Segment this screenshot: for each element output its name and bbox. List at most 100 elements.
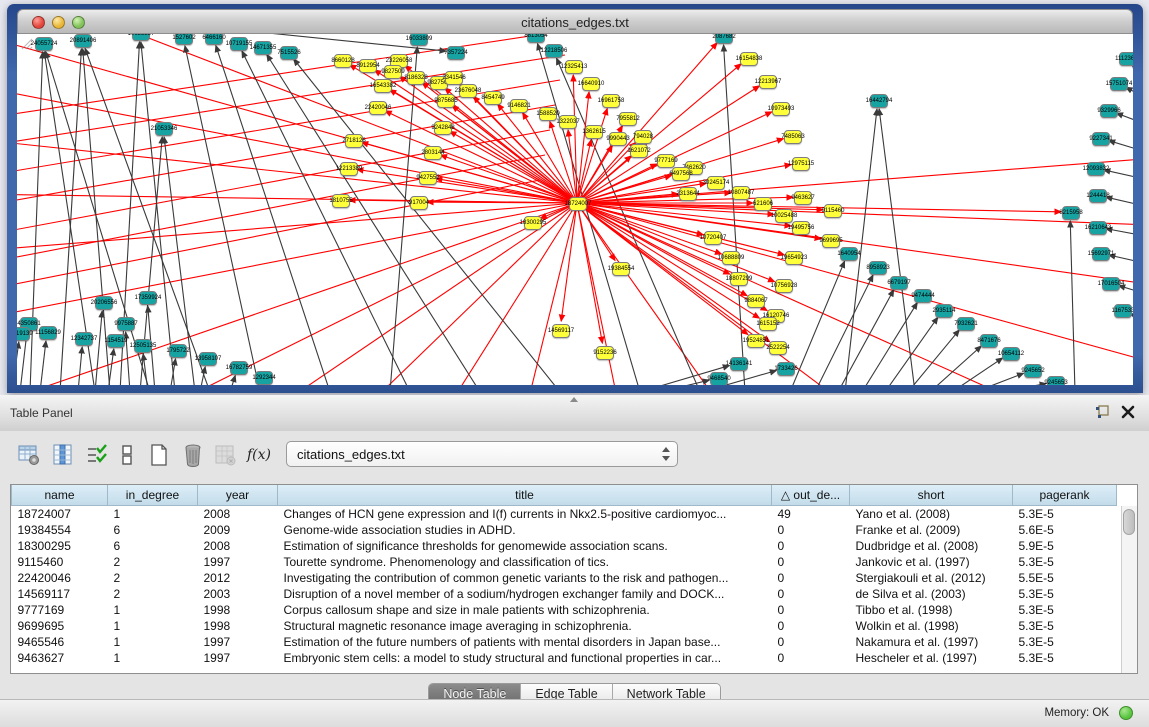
column-header[interactable]: in_degree <box>108 485 198 506</box>
graph-node[interactable]: 9146821 <box>510 99 528 113</box>
function-builder-icon[interactable]: f(x) <box>246 442 272 468</box>
graph-node[interactable]: 1615152 <box>759 317 777 331</box>
graph-node[interactable]: 9975887 <box>117 317 135 331</box>
graph-node[interactable]: 20891406 <box>74 34 92 48</box>
graph-node[interactable]: 9242848 <box>434 121 452 135</box>
graph-node[interactable]: 8471676 <box>980 334 998 348</box>
graph-node[interactable]: 10719155 <box>230 37 248 51</box>
graph-node[interactable]: 9227341 <box>1092 132 1110 146</box>
graph-node[interactable]: 24055724 <box>35 37 53 51</box>
graph-node[interactable]: 20206556 <box>95 296 113 310</box>
graph-node[interactable]: 11156829 <box>39 326 57 340</box>
graph-node[interactable]: 1244418 <box>1089 189 1107 203</box>
graph-node[interactable]: 16210643 <box>1089 221 1107 235</box>
graph-node[interactable]: 18724007 <box>569 197 587 211</box>
graph-node[interactable]: 9827509 <box>384 65 402 79</box>
table-row[interactable]: 1872400712008Changes of HCN gene express… <box>12 506 1117 523</box>
graph-node[interactable]: 9699695 <box>822 234 840 248</box>
graph-node[interactable]: 18807299 <box>730 272 748 286</box>
graph-node[interactable]: 1154519 <box>107 334 125 348</box>
graph-node[interactable]: 10720407 <box>704 231 722 245</box>
graph-node[interactable]: 15692971 <box>1092 247 1110 261</box>
graph-node[interactable]: 8912954 <box>359 59 377 73</box>
column-header[interactable]: year <box>198 485 278 506</box>
graph-node[interactable]: 10025488 <box>775 209 793 223</box>
delete-table-icon[interactable] <box>180 442 206 468</box>
graph-node[interactable]: 1795722 <box>169 344 187 358</box>
graph-node[interactable]: 9329966 <box>1100 104 1118 118</box>
graph-node[interactable]: 15751074 <box>1110 77 1128 91</box>
graph-node[interactable]: 12975115 <box>792 157 810 171</box>
graph-node[interactable]: 12093832 <box>1087 162 1105 176</box>
table-row[interactable]: 946554611997Estimation of the future num… <box>12 634 1117 650</box>
graph-node[interactable]: 1621072 <box>630 144 648 158</box>
graph-node[interactable]: 8660128 <box>334 54 352 68</box>
table-row[interactable]: 2242004622012Investigating the contribut… <box>12 570 1117 586</box>
graph-node[interactable]: 9427552 <box>419 171 437 185</box>
graph-node[interactable]: 9474444 <box>914 289 932 303</box>
splitter-handle-icon[interactable] <box>570 397 578 402</box>
graph-node[interactable]: 22420046 <box>369 101 387 115</box>
graph-node[interactable]: 16543382 <box>374 79 392 93</box>
graph-node[interactable]: 17359924 <box>139 291 157 305</box>
graph-node[interactable]: 12325413 <box>565 60 583 74</box>
graph-node[interactable]: 19654923 <box>785 251 803 265</box>
graph-node[interactable]: 19384554 <box>612 262 630 276</box>
graph-node[interactable]: 1527602 <box>175 34 193 45</box>
graph-node[interactable]: 14671355 <box>254 41 272 55</box>
graph-node[interactable]: 2803144 <box>424 146 442 160</box>
graph-node[interactable]: 7932621 <box>957 317 975 331</box>
table-row[interactable]: 1456911722003Disruption of a novel membe… <box>12 586 1117 602</box>
graph-node[interactable]: 14569117 <box>552 324 570 338</box>
table-row[interactable]: 1830029562008Estimation of significance … <box>12 538 1117 554</box>
memory-ok-indicator-icon[interactable] <box>1119 706 1133 720</box>
graph-node[interactable]: 12213389 <box>340 162 358 176</box>
graph-node[interactable]: 1810755 <box>332 194 350 208</box>
graph-node[interactable]: 13958107 <box>199 352 217 366</box>
graph-node[interactable]: 2087682 <box>715 34 733 44</box>
graph-node[interactable]: 12218506 <box>545 44 563 58</box>
graph-node[interactable]: 10654112 <box>1002 347 1020 361</box>
graph-node[interactable]: 1640954 <box>840 247 858 261</box>
show-columns-icon[interactable] <box>50 442 76 468</box>
column-header[interactable]: title <box>278 485 772 506</box>
table-row[interactable]: 1938455462009Genome-wide association stu… <box>12 522 1117 538</box>
attribute-table[interactable]: namein_degreeyeartitle△ out_de...shortpa… <box>10 484 1138 674</box>
new-table-icon[interactable] <box>146 442 172 468</box>
table-row[interactable]: 946362711997Embryonic stem cells: a mode… <box>12 650 1117 666</box>
graph-node[interactable]: 30245174 <box>707 176 725 190</box>
column-header[interactable]: pagerank <box>1013 485 1117 506</box>
graph-node[interactable]: 8454749 <box>484 91 502 105</box>
network-window-titlebar[interactable]: citations_edges.txt <box>17 9 1133 34</box>
table-vertical-scrollbar[interactable] <box>1121 506 1137 673</box>
select-attributes-icon[interactable] <box>84 442 110 468</box>
graph-node[interactable]: 8813054 <box>527 34 545 43</box>
graph-node[interactable]: 917004 <box>410 196 428 210</box>
graph-node[interactable]: 3919139 <box>17 327 30 341</box>
graph-node[interactable]: 1362615 <box>585 125 603 139</box>
graph-node[interactable]: 12342737 <box>75 332 93 346</box>
graph-node[interactable]: 6679197 <box>890 276 908 290</box>
resize-grip-icon[interactable] <box>17 34 33 50</box>
graph-node[interactable]: 7955812 <box>619 112 637 126</box>
table-row[interactable]: 911546021997Tourette syndrome. Phenomeno… <box>12 554 1117 570</box>
delete-column-icon[interactable] <box>212 442 238 468</box>
column-header[interactable]: △ out_de... <box>772 485 850 506</box>
graph-node[interactable]: 16154838 <box>740 52 758 66</box>
graph-node[interactable]: 10756928 <box>775 279 793 293</box>
graph-node[interactable]: 9990443 <box>609 132 627 146</box>
graph-node[interactable]: 1167533 <box>1114 304 1132 318</box>
graph-node[interactable]: 19524851 <box>747 334 765 348</box>
graph-node[interactable]: 9245652 <box>1024 364 1042 378</box>
graph-node[interactable]: 16640910 <box>582 77 600 91</box>
column-header[interactable]: name <box>12 485 108 506</box>
graph-node[interactable]: 9463627 <box>794 191 812 205</box>
graph-node[interactable]: 18300295 <box>524 216 542 230</box>
table-row[interactable]: 969969511998Structural magnetic resonanc… <box>12 618 1117 634</box>
table-source-dropdown[interactable]: citations_edges.txt <box>286 441 678 467</box>
scrollbar-thumb[interactable] <box>1123 509 1135 535</box>
graph-node[interactable]: 7515526 <box>280 46 298 60</box>
graph-node[interactable]: 1322037 <box>559 115 577 129</box>
graph-node[interactable]: 2935114 <box>935 304 953 318</box>
graph-node[interactable]: 9245653 <box>1047 376 1065 385</box>
